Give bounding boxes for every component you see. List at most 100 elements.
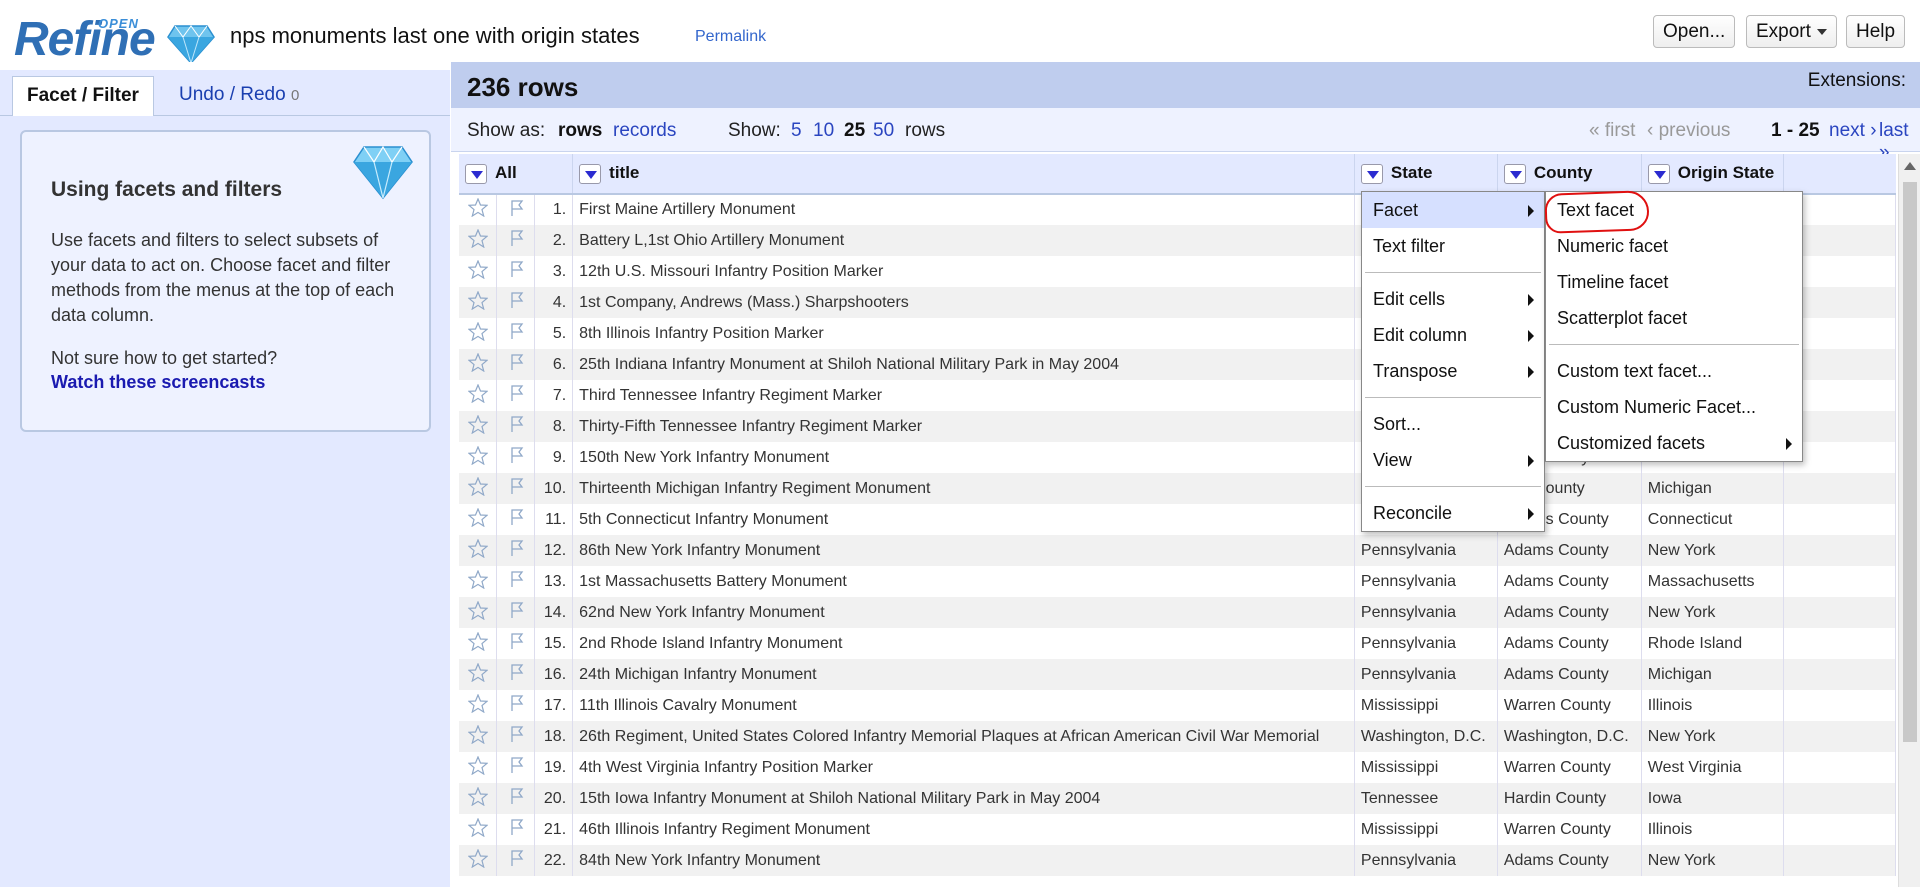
- column-header-all[interactable]: All: [459, 154, 574, 195]
- tab-undo-redo[interactable]: Undo / Redo 0: [165, 76, 313, 116]
- star-icon[interactable]: [459, 349, 498, 380]
- flag-icon[interactable]: [496, 814, 536, 845]
- facet-menu-item-custom-numeric-facet[interactable]: Custom Numeric Facet...: [1546, 389, 1802, 425]
- cell-empty: [1783, 628, 1896, 659]
- left-tabs: Facet / Filter Undo / Redo 0: [0, 70, 450, 116]
- star-icon[interactable]: [459, 535, 498, 566]
- star-icon[interactable]: [459, 845, 498, 876]
- flag-icon[interactable]: [496, 504, 536, 535]
- star-icon[interactable]: [459, 442, 498, 473]
- help-button[interactable]: Help: [1846, 15, 1906, 48]
- menu-item-reconcile[interactable]: Reconcile: [1362, 495, 1544, 531]
- star-icon[interactable]: [459, 194, 498, 225]
- star-icon[interactable]: [459, 225, 498, 256]
- export-button[interactable]: Export: [1746, 15, 1837, 48]
- cell-state: Pennsylvania: [1354, 659, 1498, 690]
- flag-icon[interactable]: [496, 225, 536, 256]
- show-as-records-link[interactable]: records: [613, 120, 676, 142]
- star-icon[interactable]: [459, 721, 498, 752]
- facet-menu-item-timeline-facet[interactable]: Timeline facet: [1546, 264, 1802, 300]
- star-icon[interactable]: [459, 566, 498, 597]
- screencasts-link[interactable]: Watch these screencasts: [51, 372, 265, 393]
- facet-menu-item-numeric-facet[interactable]: Numeric facet: [1546, 228, 1802, 264]
- flag-icon[interactable]: [496, 380, 536, 411]
- column-header-title[interactable]: title: [572, 154, 1355, 195]
- menu-item-transpose[interactable]: Transpose: [1362, 353, 1544, 389]
- star-icon[interactable]: [459, 752, 498, 783]
- star-icon[interactable]: [459, 814, 498, 845]
- flag-icon[interactable]: [496, 256, 536, 287]
- star-icon[interactable]: [459, 783, 498, 814]
- flag-icon[interactable]: [496, 659, 536, 690]
- facet-menu-item-custom-text-facet[interactable]: Custom text facet...: [1546, 353, 1802, 389]
- flag-icon[interactable]: [496, 566, 536, 597]
- logo-open-text: OPEN: [98, 16, 139, 31]
- star-icon[interactable]: [459, 504, 498, 535]
- flag-icon[interactable]: [496, 752, 536, 783]
- open-button[interactable]: Open...: [1653, 15, 1736, 48]
- menu-item-edit-column[interactable]: Edit column: [1362, 317, 1544, 353]
- column-header-origin-state[interactable]: Origin State: [1641, 154, 1784, 195]
- cell-empty: [1783, 473, 1896, 504]
- star-icon[interactable]: [459, 659, 498, 690]
- openrefine-logo[interactable]: Refine OPEN: [12, 6, 215, 64]
- flag-icon[interactable]: [496, 783, 536, 814]
- flag-icon[interactable]: [496, 287, 536, 318]
- flag-icon[interactable]: [496, 535, 536, 566]
- scrollbar-thumb[interactable]: [1903, 182, 1917, 742]
- project-title[interactable]: nps monuments last one with origin state…: [230, 23, 640, 49]
- flag-icon[interactable]: [496, 690, 536, 721]
- cell-county: Warren County: [1497, 752, 1642, 783]
- flag-icon[interactable]: [496, 473, 536, 504]
- star-icon[interactable]: [459, 287, 498, 318]
- star-icon[interactable]: [459, 690, 498, 721]
- flag-icon[interactable]: [496, 349, 536, 380]
- scroll-up-icon[interactable]: [1904, 162, 1916, 170]
- row-number: 17.: [534, 690, 574, 721]
- star-icon[interactable]: [459, 380, 498, 411]
- flag-icon[interactable]: [496, 194, 536, 225]
- page-size-50[interactable]: 50: [873, 120, 894, 142]
- menu-item-edit-cells[interactable]: Edit cells: [1362, 281, 1544, 317]
- flag-icon[interactable]: [496, 411, 536, 442]
- page-size-5[interactable]: 5: [791, 120, 802, 142]
- flag-icon[interactable]: [496, 597, 536, 628]
- row-number: 4.: [534, 287, 574, 318]
- star-icon[interactable]: [459, 628, 498, 659]
- flag-icon[interactable]: [496, 628, 536, 659]
- column-menu-dropdown-icon[interactable]: [1360, 163, 1383, 184]
- next-page-link[interactable]: next ›: [1829, 120, 1877, 142]
- page-size-10[interactable]: 10: [813, 120, 834, 142]
- star-icon[interactable]: [459, 318, 498, 349]
- column-menu-dropdown-icon[interactable]: [465, 163, 487, 184]
- star-icon[interactable]: [459, 597, 498, 628]
- menu-item-view[interactable]: View: [1362, 442, 1544, 478]
- facet-menu-item-customized-facets[interactable]: Customized facets: [1546, 425, 1802, 461]
- star-icon[interactable]: [459, 256, 498, 287]
- tab-facet-filter[interactable]: Facet / Filter: [12, 76, 154, 116]
- help-text: Use facets and filters to select subsets…: [51, 230, 395, 325]
- column-county-label: County: [1533, 163, 1593, 183]
- flag-icon[interactable]: [496, 442, 536, 473]
- flag-icon[interactable]: [496, 721, 536, 752]
- facet-panel-body: Using facets and filters Use facets and …: [0, 116, 450, 887]
- facet-menu-item-scatterplot-facet[interactable]: Scatterplot facet: [1546, 300, 1802, 336]
- column-header-county[interactable]: County: [1497, 154, 1642, 195]
- menu-item-facet[interactable]: Facet: [1362, 192, 1544, 228]
- column-menu-dropdown-icon[interactable]: [1647, 163, 1670, 184]
- star-icon[interactable]: [459, 411, 498, 442]
- column-menu-dropdown-icon[interactable]: [579, 163, 602, 184]
- permalink-link[interactable]: Permalink: [695, 28, 766, 46]
- cell-state: Washington, D.C.: [1354, 721, 1498, 752]
- menu-item-text-filter[interactable]: Text filter: [1362, 228, 1544, 264]
- flag-icon[interactable]: [496, 318, 536, 349]
- vertical-scrollbar[interactable]: [1898, 154, 1920, 887]
- page-range: 1 - 25: [1771, 120, 1820, 141]
- row-number: 9.: [534, 442, 574, 473]
- menu-item-sort[interactable]: Sort...: [1362, 406, 1544, 442]
- cell-title: 15th Iowa Infantry Monument at Shiloh Na…: [572, 783, 1355, 814]
- flag-icon[interactable]: [496, 845, 536, 876]
- column-header-state[interactable]: State: [1354, 154, 1498, 195]
- star-icon[interactable]: [459, 473, 498, 504]
- column-menu-dropdown-icon[interactable]: [1503, 163, 1526, 184]
